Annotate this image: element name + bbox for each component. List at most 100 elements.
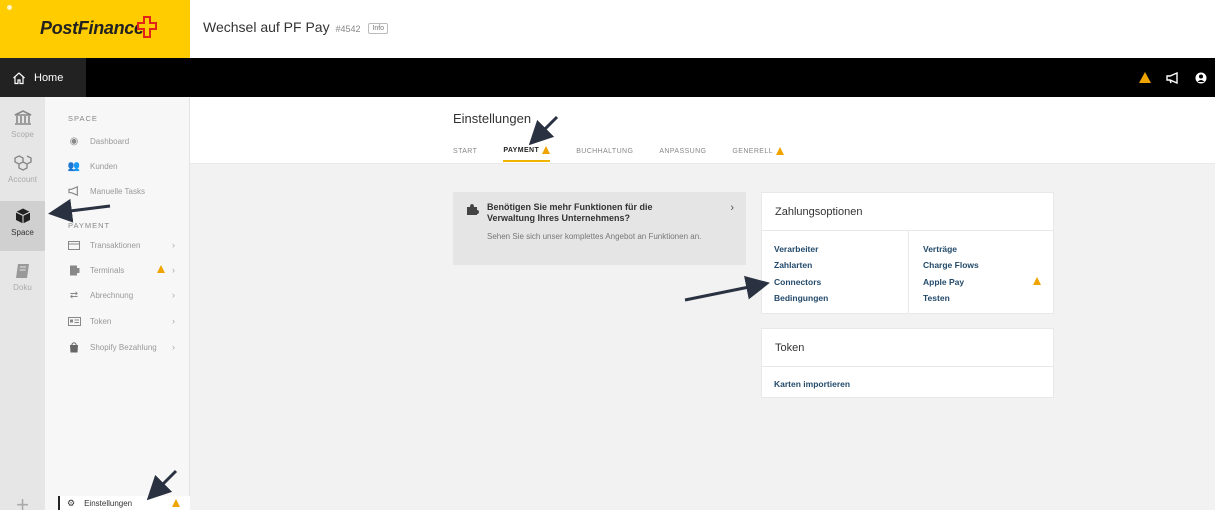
sidebar-item-abrechnung[interactable]: ⇄ Abrechnung ›	[67, 287, 187, 303]
space-id: #4542	[335, 24, 361, 34]
info-button[interactable]: Info	[368, 23, 389, 34]
notifications-nav-button[interactable]	[1159, 58, 1187, 97]
link-karten-importieren[interactable]: Karten importieren	[774, 379, 850, 389]
exchange-icon: ⇄	[69, 289, 79, 301]
tab-label: ANPASSUNG	[659, 147, 707, 155]
gear-icon: ⚙	[67, 497, 76, 508]
logo-dot	[7, 5, 12, 10]
cube-icon	[15, 208, 30, 224]
chevron-right-icon: ›	[730, 202, 734, 214]
rail-label-scope: Scope	[11, 130, 34, 139]
sidebar-item-kunden[interactable]: 👥 Kunden	[67, 158, 187, 174]
warning-nav-button[interactable]	[1131, 58, 1159, 97]
tab-label: GENERELL	[732, 147, 773, 155]
tab-generell[interactable]: GENERELL	[732, 146, 784, 162]
top-header: PostFinance Wechsel auf PF Pay #4542 Inf…	[0, 0, 1215, 58]
rail-item-space[interactable]: Space	[0, 201, 45, 251]
megaphone-icon	[67, 185, 81, 197]
link-vertraege[interactable]: Verträge	[923, 244, 957, 254]
link-connectors[interactable]: Connectors	[774, 277, 821, 287]
sidebar-item-label: Einstellungen	[84, 498, 133, 508]
tab-label: START	[453, 147, 478, 155]
link-apple-pay[interactable]: Apple Pay	[923, 277, 964, 287]
home-label: Home	[34, 71, 64, 84]
home-button[interactable]: Home	[0, 58, 86, 97]
cubes-icon	[13, 155, 32, 171]
feature-promo-card[interactable]: Benötigen Sie mehr Funktionen für die Ve…	[453, 192, 746, 265]
page-header-title: Wechsel auf PF Pay #4542 Info	[203, 19, 389, 35]
sidebar-item-dashboard[interactable]: ◉ Dashboard	[67, 133, 187, 149]
navbar-actions	[1131, 58, 1215, 97]
warning-icon	[1033, 277, 1041, 285]
card-title: Token	[762, 329, 1053, 367]
link-verarbeiter[interactable]: Verarbeiter	[774, 244, 818, 254]
sidebar-item-label: Transaktionen	[90, 240, 141, 250]
rail-item-account[interactable]: Account	[0, 148, 45, 198]
chevron-right-icon: ›	[172, 316, 175, 326]
link-testen[interactable]: Testen	[923, 293, 950, 303]
users-icon: 👥	[67, 160, 81, 172]
promo-text: Sehen Sie sich unser komplettes Angebot …	[487, 232, 702, 241]
chevron-right-icon: ›	[172, 290, 175, 300]
space-name: Wechsel auf PF Pay	[203, 19, 330, 35]
link-bedingungen[interactable]: Bedingungen	[774, 293, 828, 303]
link-charge-flows[interactable]: Charge Flows	[923, 260, 979, 270]
page-title: Einstellungen	[453, 111, 532, 126]
warning-icon	[157, 265, 165, 273]
tab-start[interactable]: START	[453, 146, 477, 162]
sidebar-item-label: Token	[90, 316, 112, 326]
rail-item-scope[interactable]: Scope	[0, 103, 45, 153]
add-button[interactable]: +	[0, 492, 45, 510]
rail-label-space: Space	[11, 228, 34, 237]
settings-tabs: START PAYMENT BUCHHALTUNG ANPASSUNG GENE…	[453, 146, 810, 162]
logo-text: PostFinance	[40, 18, 144, 38]
dashboard-icon: ◉	[69, 135, 79, 147]
token-icon	[67, 315, 81, 327]
main-navbar: Home	[0, 58, 1215, 97]
tab-anpassung[interactable]: ANPASSUNG	[659, 146, 706, 162]
shopping-bag-icon	[67, 341, 81, 353]
content-header: Einstellungen START PAYMENT BUCHHALTUNG …	[190, 97, 1215, 164]
sidebar-item-label: Terminals	[90, 265, 125, 275]
account-nav-button[interactable]	[1187, 58, 1215, 97]
sidebar-item-token[interactable]: Token ›	[67, 313, 187, 329]
warning-icon	[775, 147, 784, 155]
terminal-icon	[67, 264, 81, 276]
tab-label: BUCHHALTUNG	[576, 147, 634, 155]
postfinance-logo[interactable]: PostFinance	[0, 0, 190, 58]
chevron-right-icon: ›	[172, 240, 175, 250]
sidebar-item-terminals[interactable]: Terminals ›	[67, 262, 187, 278]
bank-icon	[14, 110, 31, 125]
tab-buchhaltung[interactable]: BUCHHALTUNG	[576, 146, 633, 162]
card-title: Zahlungsoptionen	[762, 193, 1053, 231]
sidebar-item-transaktionen[interactable]: Transaktionen ›	[67, 237, 187, 253]
sidebar-item-label: Abrechnung	[90, 290, 134, 300]
promo-heading: Benötigen Sie mehr Funktionen für die Ve…	[487, 202, 653, 223]
sidebar-heading-space: SPACE	[68, 114, 98, 123]
card-icon	[67, 239, 81, 251]
link-zahlarten[interactable]: Zahlarten	[774, 260, 812, 270]
warning-icon	[542, 146, 551, 154]
chevron-right-icon: ›	[172, 265, 175, 275]
sidebar-item-einstellungen[interactable]: ⚙ Einstellungen	[58, 496, 190, 510]
icon-rail: Scope Account Space Doku +	[0, 97, 45, 510]
sidebar-item-shopify-bezahlung[interactable]: Shopify Bezahlung ›	[67, 339, 187, 355]
rail-label-account: Account	[8, 175, 37, 184]
tab-label: PAYMENT	[503, 146, 540, 154]
zahlungsoptionen-card: Zahlungsoptionen Verarbeiter Zahlarten C…	[761, 192, 1054, 314]
arrow-to-connectors	[684, 275, 770, 302]
sidebar-heading-payment: PAYMENT	[68, 221, 111, 230]
rail-label-doku: Doku	[13, 283, 32, 292]
user-circle-icon	[1195, 72, 1207, 83]
sidebar-item-manuelle-tasks[interactable]: Manuelle Tasks	[67, 183, 187, 199]
home-icon	[13, 71, 25, 84]
sidebar-item-label: Kunden	[90, 161, 118, 171]
token-card: Token Karten importieren	[761, 328, 1054, 398]
tab-payment[interactable]: PAYMENT	[503, 146, 551, 162]
sidebar-item-label: Dashboard	[90, 136, 130, 146]
sidebar-item-label: Manuelle Tasks	[90, 186, 145, 196]
rail-item-doku[interactable]: Doku	[0, 256, 45, 306]
swiss-cross-icon	[137, 16, 157, 38]
warning-icon	[172, 499, 180, 507]
warning-icon	[1139, 72, 1151, 83]
